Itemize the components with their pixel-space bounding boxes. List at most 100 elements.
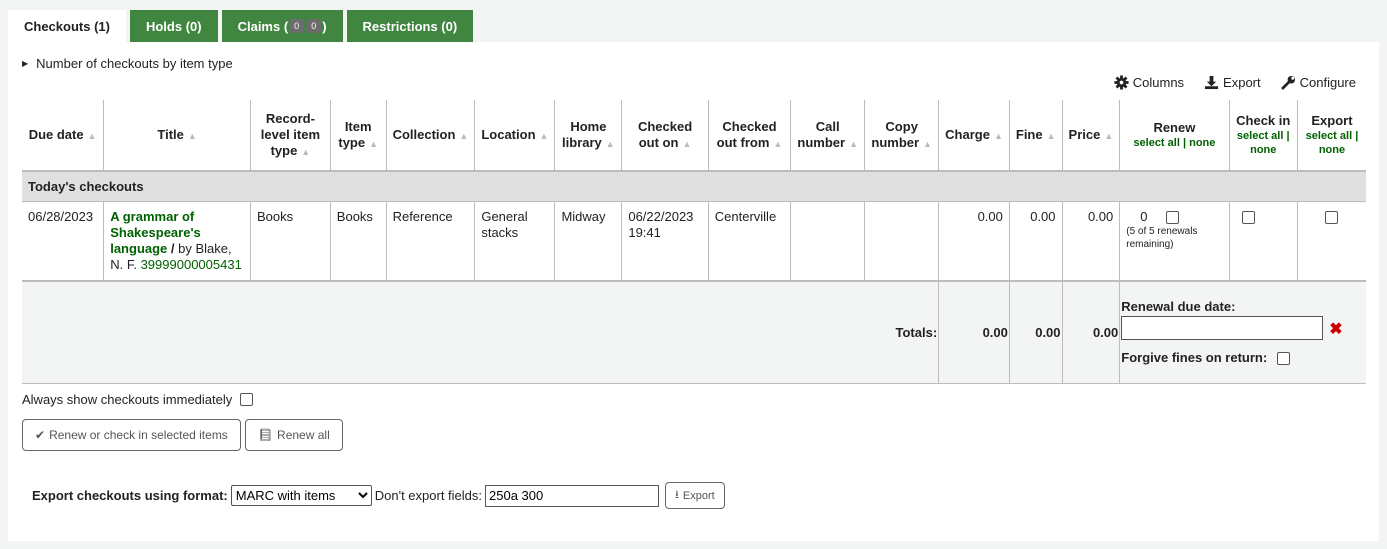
renew-checkin-selected-button[interactable]: ✔ Renew or check in selected items	[22, 419, 241, 451]
toggle-label: Number of checkouts by item type	[36, 56, 233, 71]
col-renew: Renew select all | none	[1119, 100, 1230, 172]
col-check-in: Check in select all | none	[1228, 100, 1298, 172]
col-label: Price	[1068, 126, 1101, 142]
checkouts-by-itemtype-toggle[interactable]: ▶ Number of checkouts by item type	[22, 56, 233, 71]
wrench-icon	[1281, 75, 1295, 90]
checkin-checkbox[interactable]	[1241, 211, 1255, 225]
col-label: Charge	[945, 126, 990, 142]
totals-label: Totals:	[22, 281, 939, 384]
col-location[interactable]: Location ▲	[474, 100, 555, 172]
sort-icon: ▲	[187, 130, 197, 141]
export-submit-button[interactable]: ⭳ Export	[665, 482, 725, 509]
col-charge[interactable]: Charge ▲	[938, 100, 1010, 172]
col-item-type[interactable]: Item type ▲	[329, 100, 387, 172]
col-home-library[interactable]: Home library ▲	[554, 100, 622, 172]
button-label: Renew or check in selected items	[49, 428, 228, 442]
configure-button[interactable]: Configure	[1281, 75, 1356, 90]
col-copy-number[interactable]: Copy number ▲	[864, 100, 939, 172]
checked-out-from-cell: Centerville	[707, 201, 791, 282]
sort-icon: ▲	[539, 130, 549, 141]
item-type-cell: Books	[329, 201, 387, 282]
always-show-checkbox[interactable]	[240, 393, 254, 406]
export-select-all-link[interactable]: select all	[1306, 130, 1352, 142]
export-checkbox[interactable]	[1325, 211, 1339, 225]
export-select-none-link[interactable]: none	[1319, 144, 1345, 156]
renew-checkbox[interactable]	[1165, 211, 1179, 225]
col-label: Record-level item type	[260, 110, 321, 158]
title-separator: /	[167, 241, 179, 256]
renew-select-none-link[interactable]: none	[1189, 137, 1215, 149]
separator: |	[1179, 137, 1190, 149]
col-label: Check in	[1236, 113, 1291, 128]
col-call-number[interactable]: Call number ▲	[790, 100, 865, 172]
renew-select-controls: select all | none	[1126, 136, 1222, 150]
caret-right-icon: ▶	[22, 59, 29, 68]
tab-restrictions[interactable]: Restrictions (0)	[346, 10, 474, 42]
col-label: Due date	[28, 126, 84, 142]
claims-badge-unresolved: 0	[289, 19, 305, 33]
tab-claims-suffix: )	[322, 18, 327, 34]
col-title[interactable]: Title ▲	[103, 100, 251, 172]
sort-icon: ▲	[682, 138, 692, 149]
export-table-button[interactable]: Export	[1204, 75, 1261, 90]
dont-export-label: Don't export fields:	[374, 488, 483, 503]
table-row: 06/28/2023 A grammar of Shakespeare's la…	[22, 201, 1366, 282]
renewal-options: Renewal due date: ✖ Forgive fines on ret…	[1119, 281, 1366, 384]
totals-row: Totals: 0.00 0.00 0.00 Renewal due date:…	[22, 281, 1366, 384]
copy-number-cell	[864, 201, 939, 282]
col-collection[interactable]: Collection ▲	[385, 100, 475, 172]
renewal-due-date-label: Renewal due date:	[1121, 299, 1236, 315]
col-due-date[interactable]: Due date ▲︎	[22, 100, 104, 172]
dont-export-fields-input[interactable]	[485, 484, 660, 507]
col-label: Checked out from	[716, 118, 777, 150]
sort-icon: ▲	[369, 138, 379, 149]
sort-icon: ▲	[849, 138, 858, 149]
col-price[interactable]: Price ▲	[1061, 100, 1120, 172]
sort-icon: ▲	[459, 130, 469, 141]
col-label: Home library	[562, 118, 607, 150]
col-label: Collection	[392, 126, 456, 142]
tab-claims[interactable]: Claims ( 0 0 )	[221, 10, 343, 42]
col-record-level-item-type[interactable]: Record-level item type ▲	[250, 100, 331, 172]
record-level-item-type-cell: Books	[250, 201, 331, 282]
tab-claims-label: Claims (	[237, 18, 289, 34]
home-library-cell: Midway	[554, 201, 622, 282]
barcode-link[interactable]: 39999000005431	[141, 257, 242, 272]
columns-label: Columns	[1132, 75, 1185, 90]
tab-bar: Checkouts (1) Holds (0) Claims ( 0 0 ) R…	[8, 10, 474, 43]
sort-icon: ▲	[1104, 130, 1114, 141]
sort-icon: ▲︎	[87, 130, 97, 141]
total-charge: 0.00	[938, 281, 1010, 384]
book-icon: 📘︎	[257, 428, 274, 442]
export-format-select[interactable]: MARC with items	[230, 485, 372, 506]
renew-cell: 0 (5 of 5 renewals remaining)	[1119, 201, 1230, 282]
action-buttons: ✔ Renew or check in selected items 📘︎ Rene…	[22, 419, 343, 451]
checkin-select-none-link[interactable]: none	[1250, 144, 1276, 156]
fine-cell: 0.00	[1008, 201, 1063, 282]
checked-out-on-cell: 06/22/2023 19:41	[621, 201, 709, 282]
columns-button[interactable]: Columns	[1114, 75, 1184, 90]
checkin-select-all-link[interactable]: select all	[1237, 130, 1283, 142]
col-checked-out-on[interactable]: Checked out on ▲	[621, 100, 709, 172]
sort-icon: ▲	[993, 130, 1003, 141]
tab-holds[interactable]: Holds (0)	[129, 10, 218, 42]
renew-select-all-link[interactable]: select all	[1133, 137, 1179, 149]
col-checked-out-from[interactable]: Checked out from ▲	[707, 100, 791, 172]
price-cell: 0.00	[1061, 201, 1120, 282]
col-label: Copy number	[871, 118, 920, 150]
col-label: Item type	[338, 118, 372, 150]
forgive-fines-checkbox[interactable]	[1276, 352, 1290, 366]
tab-checkouts[interactable]: Checkouts (1)	[8, 10, 126, 43]
export-select-controls: select all | none	[1304, 129, 1360, 157]
configure-label: Configure	[1299, 75, 1356, 90]
renew-all-button[interactable]: 📘︎ Renew all	[244, 419, 343, 451]
check-in-cell	[1228, 201, 1298, 282]
sort-icon: ▲	[923, 138, 932, 149]
col-label: Title	[157, 126, 184, 142]
download-icon	[1204, 75, 1219, 90]
export-checkouts-form: Export checkouts using format: MARC with…	[32, 482, 725, 509]
col-fine[interactable]: Fine ▲	[1008, 100, 1063, 172]
group-label: Today's checkouts	[22, 171, 1366, 202]
clear-date-icon[interactable]: ✖	[1329, 321, 1342, 338]
renewal-due-date-input[interactable]	[1121, 316, 1324, 341]
